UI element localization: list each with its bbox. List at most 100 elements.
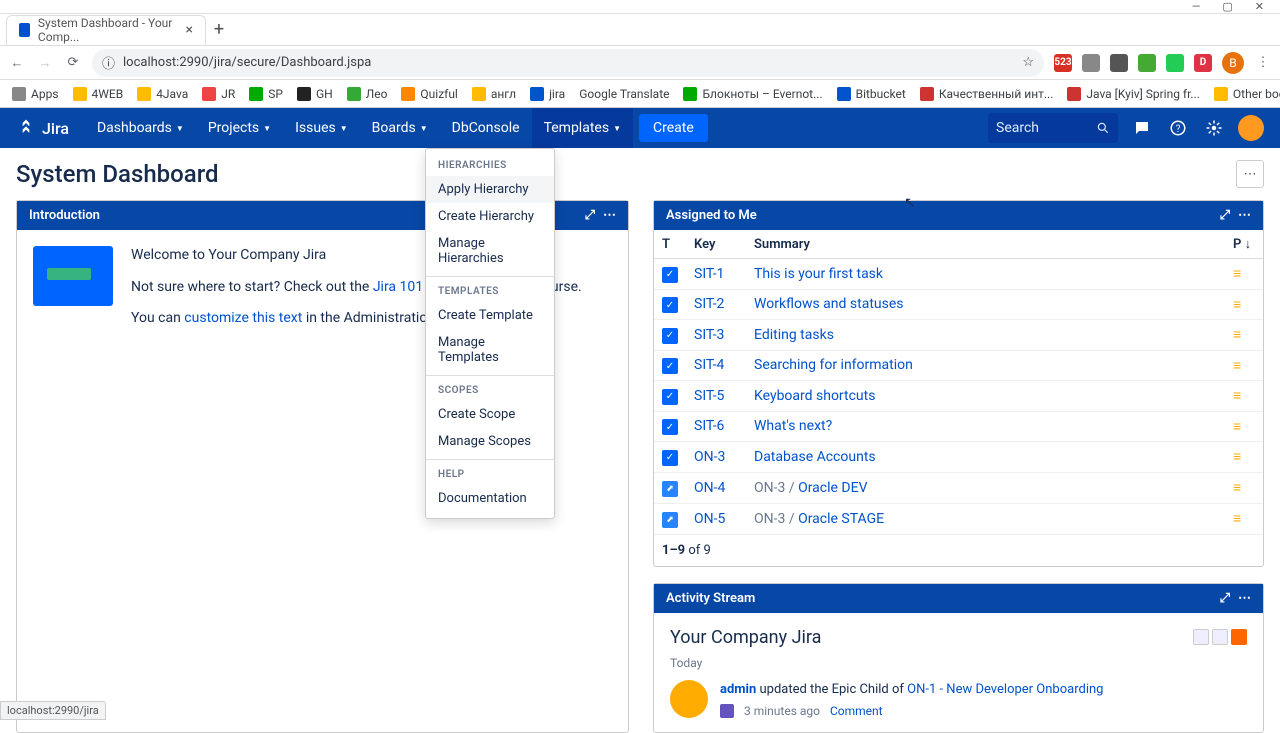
bookmark-item[interactable]: SP [249,87,283,101]
issue-key-link[interactable]: ON-3 [694,449,725,465]
nav-dbconsole[interactable]: DbConsole [440,108,532,148]
nav-projects[interactable]: Projects▼ [196,108,283,148]
intro-link-customize[interactable]: customize this text [184,310,302,326]
bookmark-item[interactable]: Apps [12,87,59,101]
table-row[interactable]: ⬈ON-4ON-3 / Oracle DEV≡ [654,472,1263,503]
issue-summary[interactable]: ON-3 / Oracle STAGE [746,503,1225,534]
bookmark-item[interactable]: англ [472,87,516,101]
ext-icon[interactable]: D [1194,54,1212,72]
ext-icon[interactable] [1166,54,1184,72]
issue-key-link[interactable]: ON-5 [694,511,725,527]
ext-icon[interactable]: 523 [1054,54,1072,72]
bookmark-other[interactable]: Other bookmarks [1214,87,1280,101]
dd-create-template[interactable]: Create Template [426,302,554,329]
issue-summary[interactable]: Searching for information [746,350,1225,381]
bookmark-item[interactable]: GH [297,87,333,101]
issue-key-link[interactable]: SIT-4 [694,357,724,373]
bookmark-item[interactable]: Лео [347,87,388,101]
reload-icon[interactable]: ⟳ [64,54,82,72]
bookmark-item[interactable]: jira [530,87,565,101]
bookmark-item[interactable]: Блокноты – Evernot... [683,87,822,101]
more-icon[interactable]: ⋯ [1238,591,1251,606]
table-row[interactable]: ✓SIT-6What's next?≡ [654,411,1263,442]
nav-issues[interactable]: Issues▼ [283,108,360,148]
new-tab-button[interactable]: + [206,17,232,43]
activity-issue-link[interactable]: ON-1 - New Developer Onboarding [907,682,1103,697]
ext-icon[interactable] [1110,54,1128,72]
table-row[interactable]: ✓SIT-4Searching for information≡ [654,350,1263,381]
table-row[interactable]: ✓SIT-1This is your first task≡ [654,259,1263,290]
table-row[interactable]: ✓ON-3Database Accounts≡ [654,442,1263,473]
user-avatar-icon[interactable] [1238,115,1264,141]
issue-summary[interactable]: ON-3 / Oracle DEV [746,472,1225,503]
profile-avatar-icon[interactable]: B [1222,52,1244,74]
rss-icon[interactable] [1231,629,1247,645]
feedback-icon[interactable] [1130,116,1154,140]
view-grid-icon[interactable] [1193,629,1209,645]
more-icon[interactable]: ⋯ [603,208,616,223]
browser-tab[interactable]: System Dashboard - Your Comp... × [6,15,206,45]
url-input[interactable]: ⓘ localhost:2990/jira/secure/Dashboard.j… [92,49,1044,77]
priority-icon: ≡ [1233,511,1241,527]
bookmark-item[interactable]: JR [202,87,235,101]
issue-key-link[interactable]: SIT-6 [694,418,724,434]
dd-manage-hierarchies[interactable]: Manage Hierarchies [426,230,554,272]
dd-documentation[interactable]: Documentation [426,485,554,512]
issue-key-link[interactable]: SIT-3 [694,327,724,343]
issue-key-link[interactable]: SIT-5 [694,388,724,404]
table-row[interactable]: ✓SIT-5Keyboard shortcuts≡ [654,381,1263,412]
col-priority[interactable]: P ↓ [1225,230,1263,259]
bookmark-item[interactable]: Google Translate [579,87,669,101]
back-icon[interactable]: ← [8,54,26,72]
activity-avatar-icon[interactable] [670,680,708,718]
settings-icon[interactable] [1202,116,1226,140]
issue-key-link[interactable]: SIT-2 [694,296,724,312]
search-input[interactable] [988,113,1118,143]
ext-icon[interactable] [1138,54,1156,72]
bookmark-item[interactable]: Quizful [401,87,457,101]
col-key[interactable]: Key [686,230,746,259]
issue-summary[interactable]: Database Accounts [746,442,1225,473]
window-controls[interactable]: —▢✕ [1176,0,1280,13]
view-list-icon[interactable] [1212,629,1228,645]
issue-summary[interactable]: Editing tasks [746,320,1225,351]
dd-apply-hierarchy[interactable]: Apply Hierarchy [426,176,554,203]
expand-icon[interactable]: ⤢ [1220,208,1230,223]
issue-key-link[interactable]: SIT-1 [694,266,724,282]
bookmark-item[interactable]: 4Java [137,87,188,101]
page-actions-button[interactable]: ⋯ [1236,160,1264,188]
issue-summary[interactable]: Keyboard shortcuts [746,381,1225,412]
dd-create-scope[interactable]: Create Scope [426,401,554,428]
menu-icon[interactable]: ⋮ [1254,54,1272,72]
nav-dashboards[interactable]: Dashboards▼ [85,108,196,148]
close-tab-icon[interactable]: × [186,22,193,38]
ext-icon[interactable] [1082,54,1100,72]
dd-manage-scopes[interactable]: Manage Scopes [426,428,554,455]
table-row[interactable]: ✓SIT-2Workflows and statuses≡ [654,289,1263,320]
bookmark-item[interactable]: Java [Kyiv] Spring fr... [1067,87,1200,101]
bookmark-item[interactable]: Bitbucket [837,87,906,101]
nav-templates[interactable]: Templates▼ [532,108,633,148]
dd-create-hierarchy[interactable]: Create Hierarchy [426,203,554,230]
activity-comment-link[interactable]: Comment [830,702,883,720]
table-row[interactable]: ✓SIT-3Editing tasks≡ [654,320,1263,351]
help-icon[interactable]: ? [1166,116,1190,140]
expand-icon[interactable]: ⤢ [585,208,595,223]
col-summary[interactable]: Summary [746,230,1225,259]
issue-summary[interactable]: What's next? [746,411,1225,442]
dd-manage-templates[interactable]: Manage Templates [426,329,554,371]
bookmark-item[interactable]: 4WEB [73,87,124,101]
issue-summary[interactable]: This is your first task [746,259,1225,290]
issue-key-link[interactable]: ON-4 [694,480,725,496]
table-row[interactable]: ⬈ON-5ON-3 / Oracle STAGE≡ [654,503,1263,534]
bookmark-item[interactable]: Качественный инт... [920,87,1054,101]
nav-boards[interactable]: Boards▼ [360,108,440,148]
expand-icon[interactable]: ⤢ [1220,591,1230,606]
create-button[interactable]: Create [639,114,708,142]
issue-summary[interactable]: Workflows and statuses [746,289,1225,320]
col-type[interactable]: T [654,230,686,259]
jira-logo[interactable]: Jira [16,118,69,138]
activity-user-link[interactable]: admin [720,682,756,697]
forward-icon[interactable]: → [36,54,54,72]
more-icon[interactable]: ⋯ [1238,208,1251,223]
